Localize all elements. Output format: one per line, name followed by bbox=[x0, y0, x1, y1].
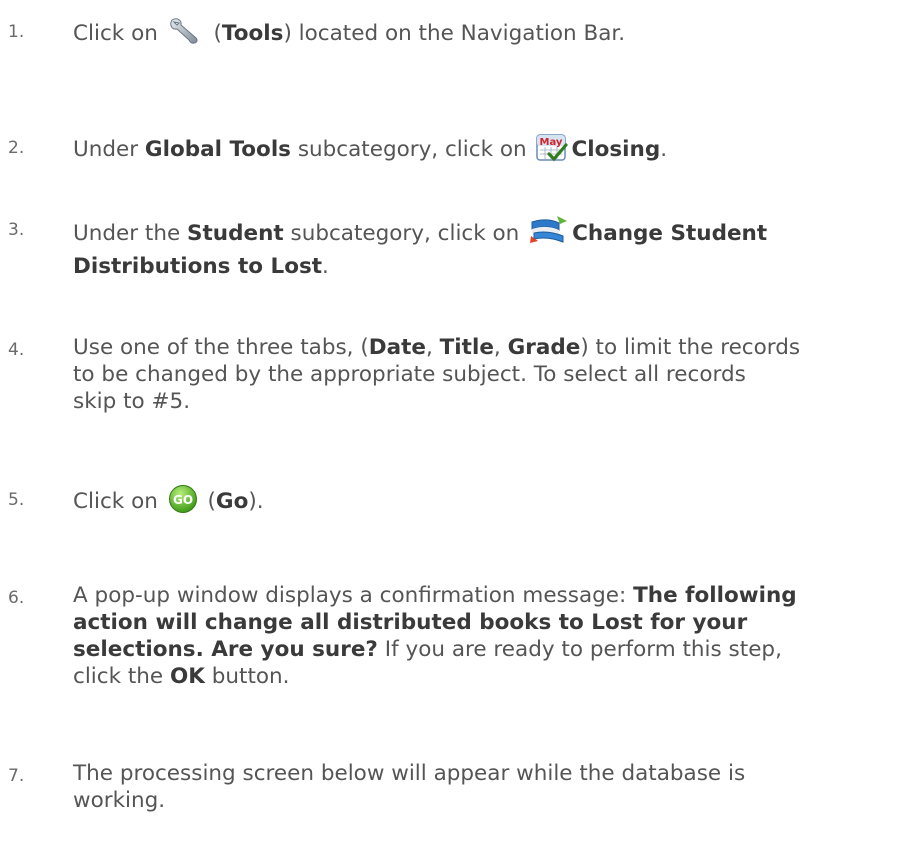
step-text: A pop-up window displays a confirmation … bbox=[73, 582, 905, 690]
text-segment: button. bbox=[204, 664, 290, 689]
bold-term: The following bbox=[633, 583, 797, 608]
step-text: The processing screen below will appear … bbox=[73, 760, 905, 814]
go-button-icon: GO bbox=[168, 484, 198, 521]
step-text: Under the Student subcategory, click on … bbox=[73, 214, 905, 280]
text-segment: If you are ready to perform this step, bbox=[377, 637, 782, 662]
step-text: Under Global Tools subcategory, click on… bbox=[73, 132, 905, 169]
wrench-icon bbox=[168, 16, 204, 53]
text-segment: ( bbox=[206, 21, 222, 46]
text-segment: , bbox=[493, 335, 508, 360]
text-line: working. bbox=[73, 788, 166, 813]
bold-term: Global Tools bbox=[144, 137, 291, 162]
text-segment: Click on bbox=[73, 489, 165, 514]
step-text: Use one of the three tabs, (Date, Title,… bbox=[73, 334, 905, 415]
bold-term: OK bbox=[170, 664, 205, 689]
step-number: 6. bbox=[8, 588, 25, 608]
bold-term: Change Student bbox=[572, 221, 768, 246]
text-segment: Under the bbox=[73, 221, 188, 246]
text-segment: Use one of the three tabs, ( bbox=[73, 335, 369, 360]
step-number: 4. bbox=[8, 340, 25, 360]
step-text: Click on GO (Go). bbox=[73, 484, 905, 521]
text-segment: Click on bbox=[73, 21, 165, 46]
text-segment: Under bbox=[73, 137, 145, 162]
text-segment: subcategory, click on bbox=[290, 137, 534, 162]
bold-term: action will change all distributed books… bbox=[73, 610, 748, 635]
step-number: 5. bbox=[8, 490, 25, 510]
bold-term: Closing bbox=[571, 137, 661, 162]
bold-term: selections. Are you sure? bbox=[73, 637, 378, 662]
step-number: 2. bbox=[8, 138, 25, 158]
text-segment: subcategory, click on bbox=[283, 221, 527, 246]
bold-term: Title bbox=[439, 335, 494, 360]
text-segment: . bbox=[660, 137, 668, 162]
step-number: 7. bbox=[8, 766, 25, 786]
text-line: skip to #5. bbox=[73, 389, 191, 414]
svg-text:GO: GO bbox=[173, 493, 193, 507]
bold-term: Tools bbox=[221, 21, 284, 46]
svg-text:May: May bbox=[540, 137, 563, 148]
text-segment: ( bbox=[200, 489, 216, 514]
step-number: 3. bbox=[8, 220, 25, 240]
text-segment: ) located on the Navigation Bar. bbox=[283, 21, 626, 46]
instruction-page: 1. Click on (Tools) located on the Navig… bbox=[0, 0, 906, 853]
text-segment: ). bbox=[248, 489, 264, 514]
text-segment: ) to limit the records bbox=[580, 335, 801, 360]
bold-term: Distributions to Lost bbox=[73, 254, 323, 279]
bold-term: Go bbox=[215, 489, 249, 514]
bold-term: Grade bbox=[507, 335, 581, 360]
calendar-may-icon: May bbox=[536, 132, 569, 169]
text-line: to be changed by the appropriate subject… bbox=[73, 362, 746, 387]
text-segment: click the bbox=[73, 664, 170, 689]
text-segment: . bbox=[322, 254, 329, 279]
text-segment: , bbox=[425, 335, 440, 360]
text-line: The processing screen below will appear … bbox=[73, 761, 746, 786]
bold-term: Date bbox=[368, 335, 426, 360]
books-exchange-icon bbox=[529, 214, 569, 253]
step-number: 1. bbox=[8, 22, 25, 42]
text-segment: A pop-up window displays a confirmation … bbox=[73, 583, 634, 608]
step-text: Click on (Tools) located on the Navigati… bbox=[73, 16, 905, 53]
bold-term: Student bbox=[187, 221, 284, 246]
